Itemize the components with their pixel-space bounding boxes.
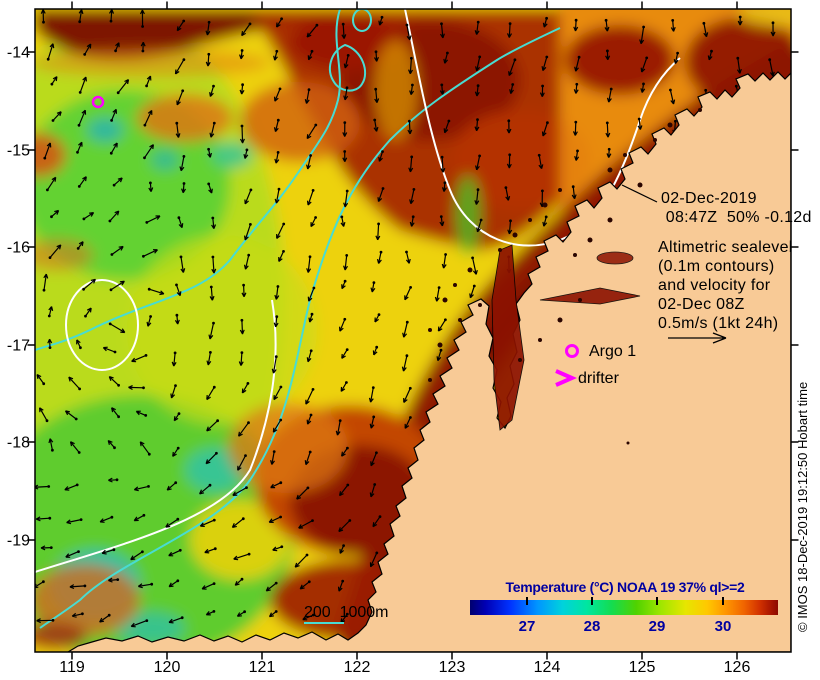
x-axis-labels: 119 120 121 122 123 124 125 126 [59, 659, 750, 676]
x-tick-label: 122 [344, 659, 371, 676]
altimetry-note: Altimetric sealevel (0.1m contours) and ve… [658, 238, 793, 333]
x-tick-label: 125 [629, 659, 656, 676]
y-tick-label: -18 [7, 435, 30, 452]
colorbar-tick-label: 28 [583, 618, 601, 635]
pass-time-quality-label: 08:47Z 50% -0.12d [661, 209, 812, 226]
colorbar-tick-label: 30 [714, 618, 732, 635]
x-tick-label: 119 [59, 659, 85, 676]
y-tick-label: -16 [7, 240, 30, 257]
x-tick-label: 124 [534, 659, 561, 676]
colorbar-tickmark [526, 597, 528, 605]
depth-contour-line-sample [304, 622, 344, 624]
altimetry-note-line: 02-Dec 08Z [658, 296, 745, 313]
copyright-text: © IMOS 18-Dec-2019 19:12:50 Hobart time [795, 382, 810, 632]
altimetry-note-line: (0.1m contours) [658, 258, 775, 275]
depth-contour-legend: 200 1000m [304, 604, 389, 621]
colorbar-tick-label: 29 [648, 618, 666, 635]
colorbar-tickmark [591, 597, 593, 605]
x-tick-label: 126 [724, 659, 751, 676]
colorbar [470, 597, 778, 615]
altimetry-note-line: 0.5m/s (1kt 24h) [658, 315, 779, 332]
x-tick-label: 120 [154, 659, 181, 676]
y-tick-label: -19 [7, 533, 30, 550]
colorbar-tickmark [656, 597, 658, 605]
colorbar-tickmark [722, 597, 724, 605]
y-tick-label: -15 [7, 143, 30, 160]
y-tick-label: -17 [7, 338, 30, 355]
drifter-label: drifter [578, 370, 619, 387]
pass-date-label: 02-Dec-2019 [661, 190, 757, 207]
x-tick-label: 121 [249, 659, 276, 676]
altimetry-note-line: Altimetric sealevel [658, 239, 793, 256]
x-tick-label: 123 [439, 659, 466, 676]
colorbar-tick-label: 27 [518, 618, 536, 635]
map-canvas[interactable]: 119 120 121 122 123 124 125 126 -14 -15 -16 -17 -18… [0, 0, 820, 680]
altimetry-note-line: and velocity for [658, 277, 771, 294]
y-tick-label: -14 [7, 45, 30, 62]
y-axis-labels: -14 -15 -16 -17 -18 -19 [7, 45, 30, 550]
argo-label: Argo 1 [589, 343, 637, 360]
sst-map-figure: 119 120 121 122 123 124 125 126 -14 -15 -16 -17 -18… [0, 0, 820, 680]
colorbar-title: Temperature (°C) NOAA 19 37% ql>=2 [505, 579, 745, 595]
